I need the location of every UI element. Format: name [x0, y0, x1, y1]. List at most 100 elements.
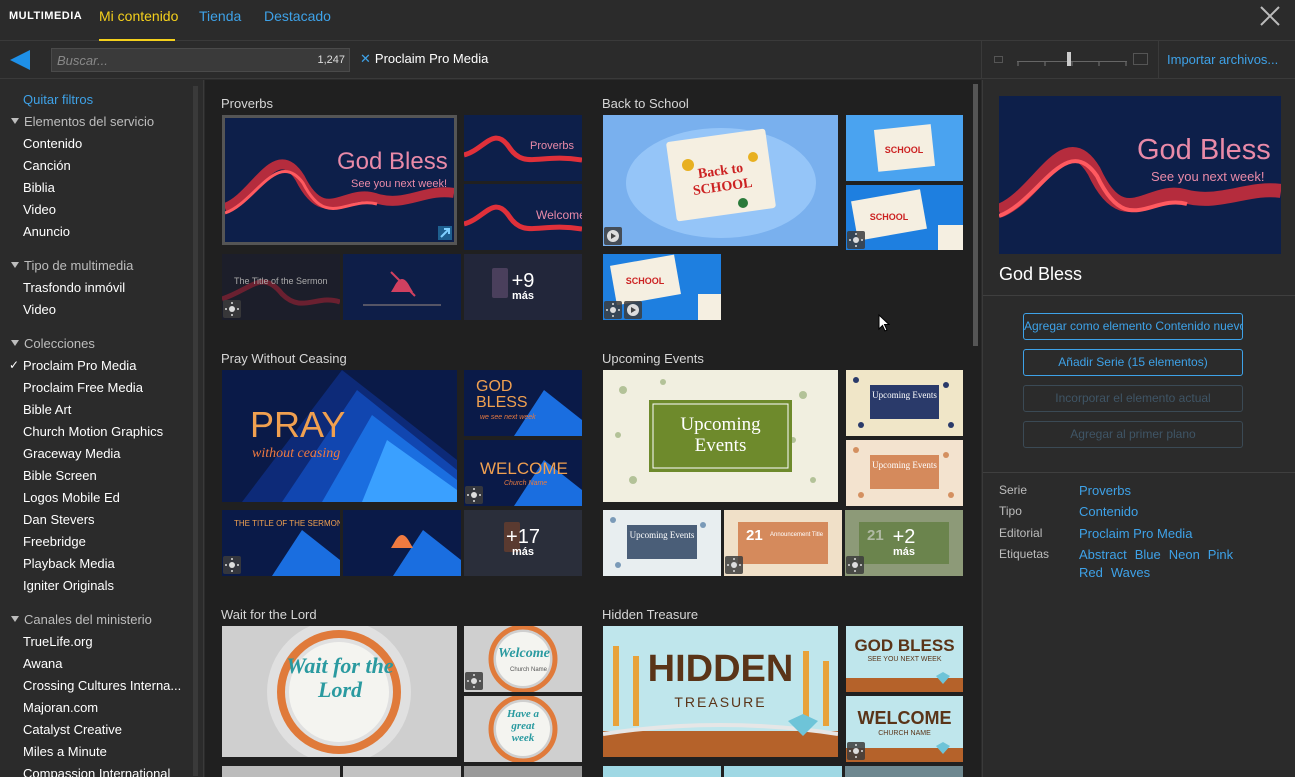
add-series-button[interactable]: Añadir Serie (15 elementos) — [1023, 349, 1243, 376]
media-thumbnail[interactable] — [343, 766, 461, 777]
sidebar-item-video-type[interactable]: Video — [23, 302, 56, 317]
sidebar-item-collection[interactable]: Logos Mobile Ed — [23, 490, 120, 505]
media-thumbnail[interactable]: Proverbs — [464, 115, 582, 181]
media-thumbnail[interactable]: Upcoming Events — [603, 510, 721, 576]
back-arrow-icon[interactable] — [10, 50, 32, 70]
tag-link[interactable]: Abstract — [1079, 547, 1127, 562]
media-thumbnail[interactable]: SCHOOL — [846, 115, 963, 181]
media-thumbnail[interactable]: PRAY without ceasing — [222, 370, 457, 502]
section-elementos[interactable]: Elementos del servicio — [11, 114, 154, 129]
search-field[interactable]: 1,247 — [51, 48, 350, 72]
sidebar-item-trasfondo[interactable]: Trasfondo inmóvil — [23, 280, 125, 295]
sidebar-item-channel[interactable]: TrueLife.org — [23, 634, 93, 649]
media-thumbnail[interactable] — [603, 766, 721, 777]
tab-mi-contenido[interactable]: Mi contenido — [99, 8, 178, 24]
sidebar-item-collection[interactable]: Church Motion Graphics — [23, 424, 163, 439]
meta-label: Etiquetas — [999, 547, 1050, 561]
group-title[interactable]: Proverbs — [221, 96, 273, 111]
more-items-tile[interactable]: 21 +2 más — [845, 510, 963, 576]
media-thumbnail[interactable]: Upcoming Events — [846, 370, 963, 436]
sidebar-item-collection[interactable]: Graceway Media — [23, 446, 121, 461]
sidebar-item-channel[interactable]: Crossing Cultures Interna... — [23, 678, 181, 693]
zoom-slider-thumb[interactable] — [1067, 52, 1071, 66]
series-link[interactable]: Proverbs — [1079, 483, 1131, 498]
sidebar-item-collection[interactable]: Proclaim Pro Media — [23, 358, 136, 373]
media-thumbnail[interactable]: WELCOME CHURCH NAME — [846, 696, 963, 762]
tag-link[interactable]: Blue — [1135, 547, 1161, 562]
sidebar-item-video[interactable]: Video — [23, 202, 56, 217]
tab-tienda[interactable]: Tienda — [199, 8, 241, 24]
media-thumbnail[interactable] — [343, 254, 461, 320]
media-thumbnail[interactable]: Back to SCHOOL — [603, 115, 838, 246]
media-thumbnail[interactable]: Upcoming Events — [603, 370, 838, 502]
sidebar-item-collection[interactable]: Bible Screen — [23, 468, 97, 483]
media-thumbnail[interactable] — [343, 510, 461, 576]
open-arrow-icon[interactable] — [438, 226, 452, 240]
media-thumbnail[interactable]: The Title of the Sermon — [222, 254, 340, 320]
sidebar-item-collection[interactable]: Playback Media — [23, 556, 115, 571]
section-tipo[interactable]: Tipo de multimedia — [11, 258, 133, 273]
sidebar-item-channel[interactable]: Miles a Minute — [23, 744, 107, 759]
media-thumbnail[interactable]: Wait for the Lord — [222, 626, 457, 757]
incorporate-current-button[interactable]: Incorporar el elemento actual — [1023, 385, 1243, 412]
sidebar-item-biblia[interactable]: Biblia — [23, 180, 55, 195]
group-title[interactable]: Back to School — [602, 96, 689, 111]
media-thumbnail[interactable] — [845, 766, 963, 777]
publisher-link[interactable]: Proclaim Pro Media — [1079, 526, 1192, 541]
more-items-tile[interactable]: +17 más — [464, 510, 582, 576]
media-thumbnail[interactable]: Welcome — [464, 184, 582, 250]
media-thumbnail[interactable]: HIDDEN TREASURE — [603, 626, 838, 757]
media-thumbnail[interactable]: GOD BLESS we see next week — [464, 370, 582, 436]
media-thumbnail[interactable] — [222, 766, 340, 777]
media-thumbnail[interactable] — [724, 766, 842, 777]
tag-link[interactable]: Waves — [1111, 565, 1150, 580]
media-thumbnail[interactable]: SCHOOL — [846, 185, 963, 250]
sidebar-item-collection[interactable]: Igniter Originals — [23, 578, 114, 593]
svg-text:SCHOOL: SCHOOL — [885, 145, 924, 155]
group-title[interactable]: Upcoming Events — [602, 351, 704, 366]
tab-destacado[interactable]: Destacado — [264, 8, 331, 24]
tag-link[interactable]: Red — [1079, 565, 1103, 580]
more-items-tile[interactable]: +9 más — [464, 254, 582, 320]
sidebar-item-channel[interactable]: Catalyst Creative — [23, 722, 122, 737]
clear-filters-link[interactable]: Quitar filtros — [23, 92, 93, 107]
sidebar-item-cancion[interactable]: Canción — [23, 158, 71, 173]
thumbnail-title: HIDDEN — [647, 648, 794, 690]
media-thumbnail[interactable]: Upcoming Events — [846, 440, 963, 506]
sidebar-item-collection[interactable]: Proclaim Free Media — [23, 380, 143, 395]
media-thumbnail-selected[interactable]: God Bless See you next week! — [222, 115, 457, 245]
sidebar-scrollbar[interactable] — [193, 86, 198, 776]
active-filter-chip[interactable]: ✕ Proclaim Pro Media — [360, 51, 488, 67]
content-scrollbar[interactable] — [973, 84, 978, 346]
sidebar-item-collection[interactable]: Bible Art — [23, 402, 71, 417]
sidebar-item-contenido[interactable]: Contenido — [23, 136, 82, 151]
media-thumbnail[interactable]: THE TITLE OF THE SERMON — [222, 510, 340, 576]
add-as-content-button[interactable]: Agregar como elemento Contenido nuevo — [1023, 313, 1243, 340]
group-title[interactable]: Pray Without Ceasing — [221, 351, 347, 366]
tag-link[interactable]: Pink — [1208, 547, 1233, 562]
media-thumbnail[interactable] — [464, 766, 582, 777]
media-thumbnail[interactable]: GOD BLESS SEE YOU NEXT WEEK — [846, 626, 963, 692]
media-thumbnail[interactable]: Welcome Church Name — [464, 626, 582, 692]
group-title[interactable]: Hidden Treasure — [602, 607, 698, 622]
tag-link[interactable]: Neon — [1169, 547, 1200, 562]
import-files-link[interactable]: Importar archivos... — [1167, 52, 1278, 67]
sidebar-item-channel[interactable]: Awana — [23, 656, 63, 671]
media-thumbnail[interactable]: WELCOME Church Name — [464, 440, 582, 506]
section-canales[interactable]: Canales del ministerio — [11, 612, 152, 627]
sidebar-item-channel[interactable]: Compassion International — [23, 766, 170, 777]
group-title[interactable]: Wait for the Lord — [221, 607, 317, 622]
remove-filter-icon[interactable]: ✕ — [360, 51, 371, 66]
add-foreground-button[interactable]: Agregar al primer plano — [1023, 421, 1243, 448]
media-thumbnail[interactable]: SCHOOL — [603, 254, 721, 320]
media-thumbnail[interactable]: Have a great week — [464, 696, 582, 762]
sidebar-item-channel[interactable]: Majoran.com — [23, 700, 98, 715]
close-icon[interactable] — [1259, 5, 1281, 27]
section-colecciones[interactable]: Colecciones — [11, 336, 95, 351]
type-link[interactable]: Contenido — [1079, 504, 1138, 519]
search-input[interactable] — [57, 52, 297, 68]
sidebar-item-collection[interactable]: Freebridge — [23, 534, 86, 549]
media-thumbnail[interactable]: 21 Announcement Title — [724, 510, 842, 576]
sidebar-item-anuncio[interactable]: Anuncio — [23, 224, 70, 239]
sidebar-item-collection[interactable]: Dan Stevers — [23, 512, 95, 527]
